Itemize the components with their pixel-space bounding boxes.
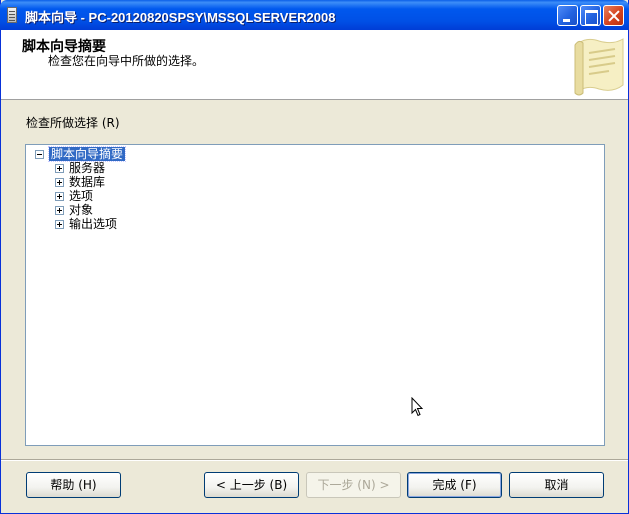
collapse-icon[interactable] [35, 150, 44, 159]
footer-divider [1, 459, 628, 461]
close-button[interactable] [603, 5, 624, 26]
expand-icon[interactable] [55, 164, 64, 173]
review-label: 检查所做选择 (R) [26, 116, 120, 130]
minimize-button[interactable] [557, 5, 578, 26]
window-title: 脚本向导 - PC-20120820SPSY\MSSQLSERVER2008 [25, 10, 336, 25]
tree-item-label: 数据库 [69, 175, 106, 189]
mouse-cursor-icon [411, 397, 424, 417]
next-button[interactable]: 下一步 (N) > [306, 472, 401, 498]
back-button[interactable]: < 上一步 (B) [204, 472, 299, 498]
scroll-icon [574, 38, 624, 96]
tree-item-label: 输出选项 [69, 217, 118, 231]
page-subtitle: 检查您在向导中所做的选择。 [48, 54, 205, 68]
script-wizard-window: 脚本向导 - PC-20120820SPSY\MSSQLSERVER2008 脚… [0, 0, 629, 514]
expand-icon[interactable] [55, 220, 64, 229]
help-button[interactable]: 帮助 (H) [26, 472, 121, 498]
app-icon [7, 7, 17, 23]
cancel-button[interactable]: 取消 [509, 472, 604, 498]
tree-root-label[interactable]: 脚本向导摘要 [47, 146, 127, 162]
expand-icon[interactable] [55, 192, 64, 201]
expand-icon[interactable] [55, 206, 64, 215]
maximize-button[interactable] [580, 5, 601, 26]
tree-item-label: 对象 [69, 203, 94, 217]
expand-icon[interactable] [55, 178, 64, 187]
finish-button[interactable]: 完成 (F) [407, 472, 502, 498]
title-bar[interactable]: 脚本向导 - PC-20120820SPSY\MSSQLSERVER2008 [0, 0, 629, 30]
wizard-header: 脚本向导摘要 检查您在向导中所做的选择。 [1, 30, 628, 100]
summary-tree[interactable]: 脚本向导摘要 服务器 数据库 选项 对象 输出选项 [25, 144, 605, 446]
tree-item-label: 服务器 [69, 161, 106, 175]
tree-item-label: 选项 [69, 189, 94, 203]
